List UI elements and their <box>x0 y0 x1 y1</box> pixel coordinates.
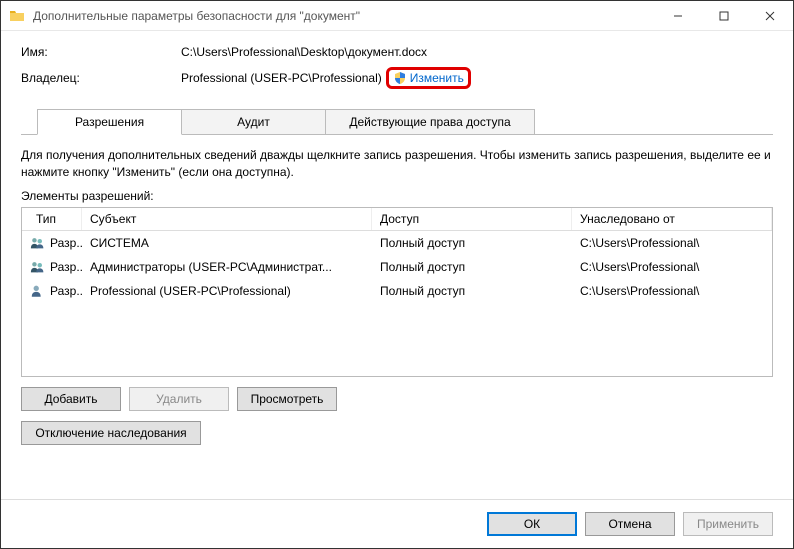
apply-button: Применить <box>683 512 773 536</box>
maximize-button[interactable] <box>701 1 747 30</box>
table-row[interactable]: Разр...Администраторы (USER-PC\Администр… <box>22 255 772 279</box>
ok-button[interactable]: ОК <box>487 512 577 536</box>
minimize-button[interactable] <box>655 1 701 30</box>
user-icon <box>30 283 46 299</box>
content-area: Имя: C:\Users\Professional\Desktop\докум… <box>1 31 793 499</box>
view-button[interactable]: Просмотреть <box>237 387 337 411</box>
row-subject: СИСТЕМА <box>82 234 372 252</box>
window-controls <box>655 1 793 30</box>
disable-inheritance-button[interactable]: Отключение наследования <box>21 421 201 445</box>
owner-row: Владелец: Professional (USER-PC\Professi… <box>21 67 773 89</box>
row-type: Разр... <box>50 284 82 298</box>
name-label: Имя: <box>21 45 181 59</box>
footer: ОК Отмена Применить <box>1 499 793 548</box>
row-access: Полный доступ <box>372 258 572 276</box>
owner-value: Professional (USER-PC\Professional) <box>181 71 382 85</box>
name-row: Имя: C:\Users\Professional\Desktop\докум… <box>21 45 773 59</box>
row-inherited: C:\Users\Professional\ <box>572 258 772 276</box>
advanced-security-window: Дополнительные параметры безопасности дл… <box>0 0 794 549</box>
table-row[interactable]: Разр...Professional (USER-PC\Professiona… <box>22 279 772 303</box>
window-title: Дополнительные параметры безопасности дл… <box>33 9 655 23</box>
change-owner-link[interactable]: Изменить <box>410 71 464 85</box>
table-body: Разр...СИСТЕМАПолный доступC:\Users\Prof… <box>22 231 772 303</box>
row-access: Полный доступ <box>372 282 572 300</box>
owner-value-container: Professional (USER-PC\Professional) Изме… <box>181 67 773 89</box>
column-access[interactable]: Доступ <box>372 208 572 230</box>
permissions-table: Тип Субъект Доступ Унаследовано от Разр.… <box>21 207 773 377</box>
row-type: Разр... <box>50 236 82 250</box>
row-inherited: C:\Users\Professional\ <box>572 234 772 252</box>
table-buttons-row1: Добавить Удалить Просмотреть <box>21 387 773 411</box>
cancel-button[interactable]: Отмена <box>585 512 675 536</box>
tab-audit[interactable]: Аудит <box>181 109 326 134</box>
row-access: Полный доступ <box>372 234 572 252</box>
close-button[interactable] <box>747 1 793 30</box>
change-owner-highlight: Изменить <box>386 67 471 89</box>
column-inherited[interactable]: Унаследовано от <box>572 208 772 230</box>
tab-effective-access[interactable]: Действующие права доступа <box>325 109 535 134</box>
help-text: Для получения дополнительных сведений дв… <box>21 147 773 181</box>
column-type[interactable]: Тип <box>22 208 82 230</box>
add-button[interactable]: Добавить <box>21 387 121 411</box>
name-value: C:\Users\Professional\Desktop\документ.d… <box>181 45 773 59</box>
folder-icon <box>9 8 25 24</box>
remove-button: Удалить <box>129 387 229 411</box>
table-header: Тип Субъект Доступ Унаследовано от <box>22 208 772 231</box>
tab-permissions[interactable]: Разрешения <box>37 109 182 135</box>
user-icon <box>30 235 46 251</box>
column-subject[interactable]: Субъект <box>82 208 372 230</box>
tabs: Разрешения Аудит Действующие права досту… <box>21 109 773 135</box>
row-subject: Администраторы (USER-PC\Администрат... <box>82 258 372 276</box>
shield-icon <box>393 71 407 85</box>
table-row[interactable]: Разр...СИСТЕМАПолный доступC:\Users\Prof… <box>22 231 772 255</box>
table-buttons-row2: Отключение наследования <box>21 421 773 445</box>
user-icon <box>30 259 46 275</box>
titlebar: Дополнительные параметры безопасности дл… <box>1 1 793 31</box>
row-type: Разр... <box>50 260 82 274</box>
row-subject: Professional (USER-PC\Professional) <box>82 282 372 300</box>
elements-label: Элементы разрешений: <box>21 189 773 203</box>
row-inherited: C:\Users\Professional\ <box>572 282 772 300</box>
owner-label: Владелец: <box>21 71 181 85</box>
